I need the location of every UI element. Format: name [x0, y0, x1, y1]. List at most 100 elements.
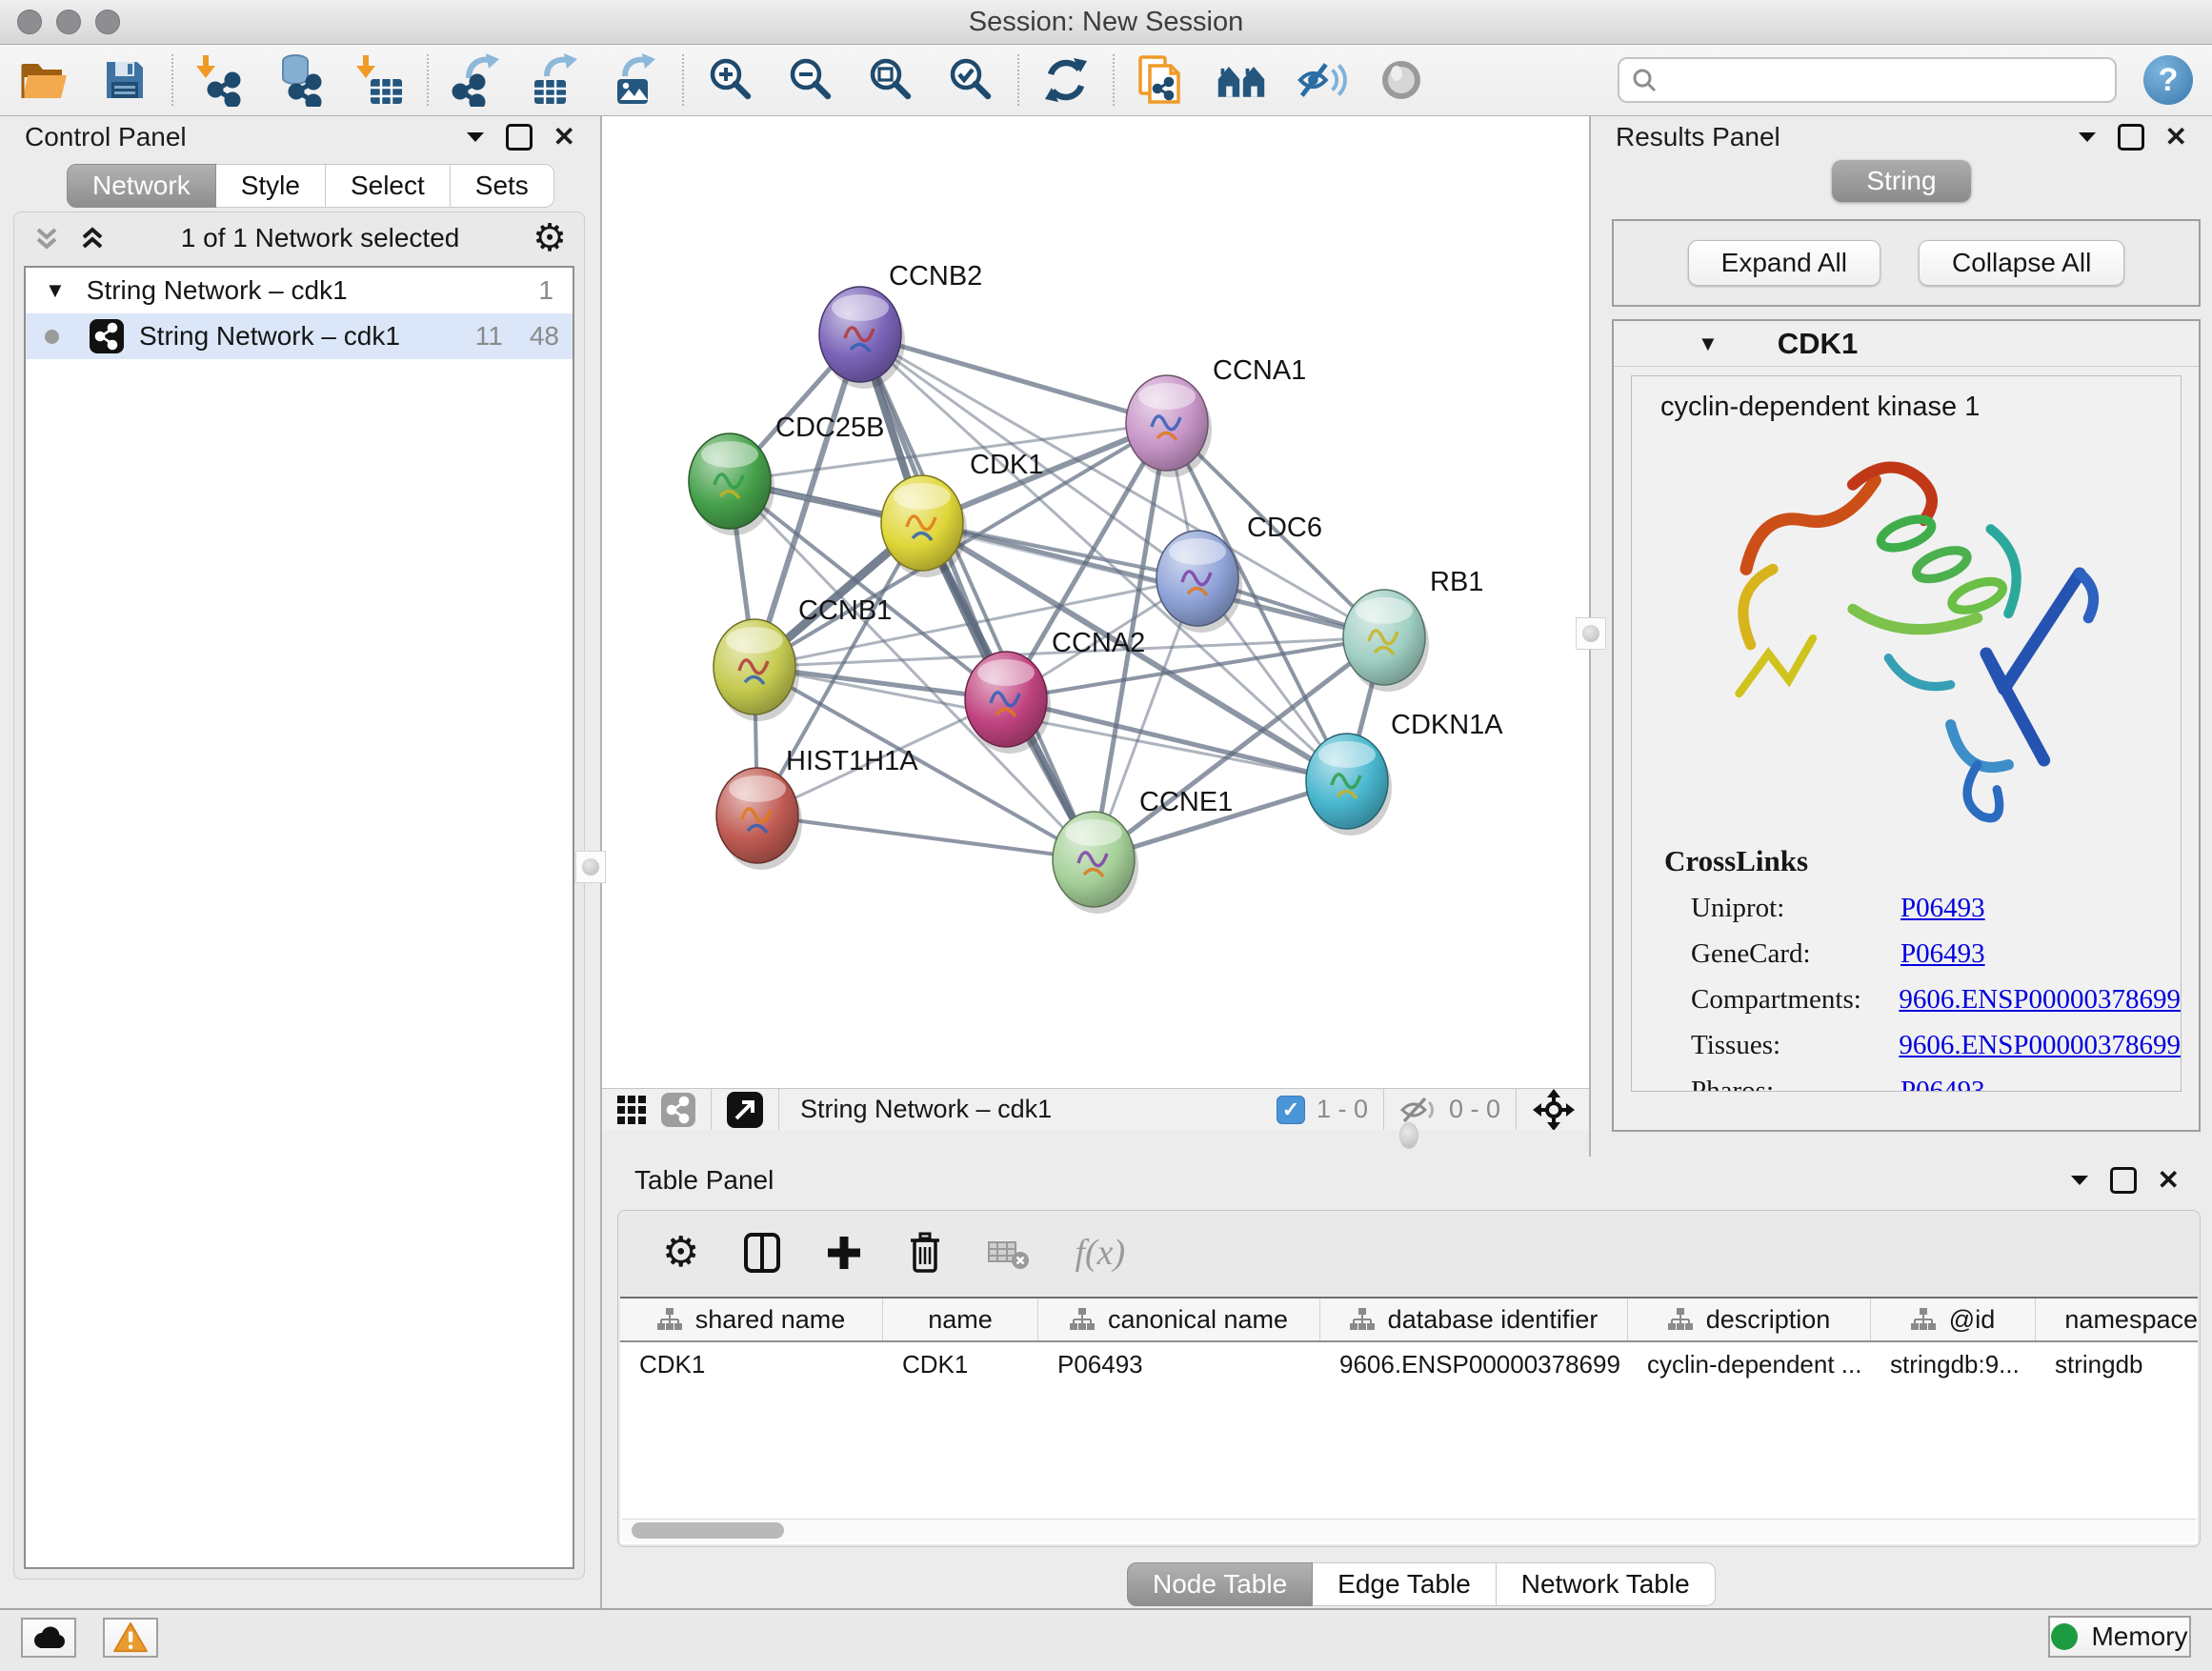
import-network-file-icon[interactable]	[194, 53, 246, 107]
float-panel-icon[interactable]	[2110, 1167, 2137, 1194]
node-label-ccnb1: CCNB1	[798, 595, 892, 626]
column-header-id[interactable]: @id	[1871, 1299, 2036, 1340]
table-row[interactable]: CDK1 CDK1 P06493 9606.ENSP00000378699 cy…	[620, 1342, 2198, 1386]
network-row-selected[interactable]: String Network – cdk1 11 48	[26, 313, 573, 359]
open-session-icon[interactable]	[19, 53, 70, 107]
horizontal-splitter[interactable]	[602, 1130, 1589, 1157]
horizontal-splitter-handle[interactable]	[1399, 1122, 1418, 1149]
float-panel-icon[interactable]	[2118, 124, 2144, 151]
tab-select[interactable]: Select	[326, 164, 451, 208]
node-table-box: ⚙ f(x) shared name name canonical name	[617, 1210, 2201, 1547]
panel-menu-icon[interactable]	[2078, 131, 2097, 144]
show-columns-icon[interactable]	[743, 1232, 781, 1274]
import-table-file-icon[interactable]	[354, 53, 406, 107]
crosslink-label: Uniprot:	[1691, 893, 1900, 924]
close-panel-icon[interactable]: ✕	[2165, 124, 2187, 151]
cloud-icon	[30, 1625, 67, 1650]
protein-node-ccne1[interactable]: CCNE1	[1053, 787, 1233, 914]
network-label: String Network – cdk1	[139, 321, 400, 352]
cloud-status-button[interactable]	[21, 1618, 76, 1658]
column-header-description[interactable]: description	[1628, 1299, 1871, 1340]
zoom-out-icon[interactable]	[785, 53, 836, 107]
tab-edge-table[interactable]: Edge Table	[1313, 1562, 1497, 1606]
crosslink-pharos-link[interactable]: P06493	[1900, 1076, 1985, 1092]
protein-node-ccnb2[interactable]: CCNB2	[819, 261, 982, 389]
collapse-entry-icon[interactable]: ▼	[1698, 332, 1719, 356]
detach-view-icon[interactable]	[727, 1092, 763, 1128]
grid-view-icon[interactable]	[615, 1094, 648, 1126]
tab-string[interactable]: String	[1832, 160, 1970, 202]
node-label-ccna1: CCNA1	[1213, 355, 1306, 386]
create-column-icon[interactable]	[825, 1234, 863, 1272]
zoom-fit-icon[interactable]	[865, 53, 916, 107]
tab-sets[interactable]: Sets	[451, 164, 554, 208]
hide-selected-icon[interactable]	[1296, 53, 1347, 107]
crosslink-tissues-link[interactable]: 9606.ENSP00000378699	[1899, 1030, 2181, 1061]
node-table-header: shared name name canonical name database…	[620, 1299, 2198, 1342]
tab-network-table[interactable]: Network Table	[1497, 1562, 1716, 1606]
float-panel-icon[interactable]	[506, 124, 533, 151]
memory-button[interactable]: Memory	[2048, 1616, 2191, 1658]
network-canvas[interactable]: CCNB2CCNA1CDC25BCDK1CDC6RB1CCNB1CCNA2CDK…	[602, 116, 1589, 1088]
network-edge-count: 48	[530, 321, 559, 352]
tab-style[interactable]: Style	[216, 164, 326, 208]
zoom-selected-icon[interactable]	[945, 53, 996, 107]
collapse-all-button[interactable]: Collapse All	[1919, 240, 2124, 286]
new-table-icon[interactable]	[530, 53, 581, 107]
column-header-name[interactable]: name	[883, 1299, 1038, 1340]
selected-items-checkbox[interactable]: ✓	[1277, 1096, 1305, 1124]
close-panel-icon[interactable]: ✕	[553, 124, 575, 151]
hidden-counts: 0 - 0	[1449, 1095, 1500, 1124]
network-graph[interactable]: CCNB2CCNA1CDC25BCDK1CDC6RB1CCNB1CCNA2CDK…	[602, 116, 1589, 1088]
crosslink-uniprot-link[interactable]: P06493	[1900, 893, 1985, 924]
tab-node-table[interactable]: Node Table	[1127, 1562, 1313, 1606]
panel-menu-icon[interactable]	[466, 131, 485, 144]
column-header-namespace[interactable]: namespace	[2036, 1299, 2198, 1340]
protein-node-cdkn1a[interactable]: CDKN1A	[1306, 710, 1503, 836]
pan-tool-icon[interactable]	[1532, 1088, 1576, 1132]
gene-entry-header[interactable]: ▼ CDK1	[1614, 321, 2199, 367]
new-network-from-selection-icon[interactable]	[450, 53, 501, 107]
crosslink-genecard-link[interactable]: P06493	[1900, 938, 1985, 970]
expand-all-networks-icon[interactable]	[77, 223, 108, 253]
cytoscape-window: Session: New Session	[0, 0, 2212, 1671]
panel-menu-icon[interactable]	[2070, 1174, 2089, 1187]
protein-node-hist1h1a[interactable]: HIST1H1A	[716, 746, 918, 870]
right-splitter-handle[interactable]	[1576, 617, 1606, 650]
zoom-in-icon[interactable]	[705, 53, 756, 107]
export-image-icon[interactable]	[610, 53, 661, 107]
control-panel-tabs: Network Style Select Sets	[67, 164, 600, 208]
column-header-shared-name[interactable]: shared name	[620, 1299, 883, 1340]
delete-column-icon[interactable]	[907, 1231, 943, 1275]
scrollbar-thumb[interactable]	[632, 1522, 784, 1539]
network-edge[interactable]	[860, 334, 1094, 859]
protein-node-ccna1[interactable]: CCNA1	[1126, 355, 1306, 477]
crosslink-compartments-link[interactable]: 9606.ENSP00000378699	[1899, 984, 2181, 1016]
current-network-dot	[45, 330, 59, 344]
help-icon[interactable]: ?	[2143, 55, 2193, 105]
annotation-mode-icon[interactable]	[1136, 53, 1187, 107]
collapse-all-networks-icon[interactable]	[31, 223, 62, 253]
toolbar-search-field[interactable]	[1618, 57, 2117, 103]
import-network-database-icon[interactable]	[274, 53, 326, 107]
refresh-layout-icon[interactable]	[1040, 53, 1092, 107]
warnings-button[interactable]	[103, 1618, 158, 1658]
table-options-gear-icon[interactable]: ⚙	[662, 1232, 699, 1274]
birds-eye-view-icon[interactable]	[1216, 53, 1267, 107]
close-panel-icon[interactable]: ✕	[2158, 1167, 2180, 1194]
network-collection-row[interactable]: ▼ String Network – cdk1 1	[26, 268, 573, 313]
collapse-collection-icon[interactable]: ▼	[45, 278, 66, 303]
network-selection-status: 1 of 1 Network selected	[108, 223, 533, 253]
search-input[interactable]	[1658, 65, 2103, 96]
network-options-gear-icon[interactable]: ⚙	[533, 219, 567, 257]
tab-network[interactable]: Network	[67, 164, 216, 208]
expand-all-button[interactable]: Expand All	[1688, 240, 1880, 286]
column-header-database-identifier[interactable]: database identifier	[1320, 1299, 1628, 1340]
save-session-icon[interactable]	[99, 53, 151, 107]
left-splitter-handle[interactable]	[575, 851, 606, 883]
network-edge[interactable]	[757, 815, 1094, 859]
column-header-canonical-name[interactable]: canonical name	[1038, 1299, 1320, 1340]
protein-node-rb1[interactable]: RB1	[1343, 567, 1483, 692]
network-edge[interactable]	[860, 334, 1167, 423]
table-horizontal-scrollbar[interactable]	[622, 1519, 2196, 1542]
